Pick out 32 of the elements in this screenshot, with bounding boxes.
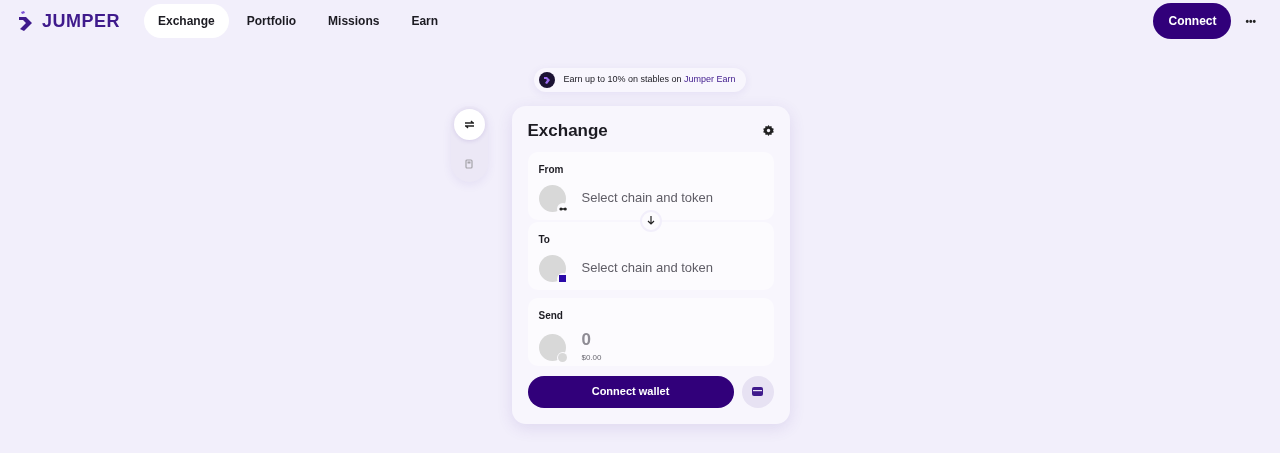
brand-name[interactable]: JUMPER (42, 7, 120, 35)
nav-tab[interactable]: Portfolio (232, 4, 311, 38)
logo-icon (18, 11, 34, 31)
nav-tab[interactable]: Earn (397, 4, 453, 38)
section-label: From (538, 162, 565, 177)
wallet-button[interactable] (741, 375, 774, 408)
section-label: To (538, 232, 551, 247)
wallet-icon (752, 387, 763, 396)
nav-tab[interactable]: Exchange (144, 4, 229, 38)
gas-pump-icon (464, 158, 474, 169)
token-placeholder: Select chain and token (581, 259, 714, 278)
promo-text: Earn up to 10% on stables on Jumper Earn (563, 73, 736, 87)
connect-button[interactable]: Connect (1153, 3, 1232, 39)
arrow-down-icon (646, 216, 655, 225)
card-title: Exchange (527, 120, 608, 142)
settings-button[interactable] (762, 125, 774, 137)
amount-selector[interactable]: Send 0 $0.00 (527, 297, 774, 366)
chain-badge-icon (556, 272, 569, 285)
swap-icon (463, 120, 475, 129)
promo-link[interactable]: Jumper Earn (684, 74, 736, 85)
chain-badge-icon (556, 351, 569, 364)
token-selector[interactable]: To Select chain and token (527, 221, 774, 290)
swap-tool-button[interactable] (453, 109, 485, 140)
token-selector[interactable]: From Select chain and token (527, 151, 774, 220)
amount-value: 0 (581, 330, 592, 348)
more-button[interactable]: ••• (1239, 12, 1262, 30)
logo-icon (539, 72, 556, 88)
token-placeholder: Select chain and token (581, 189, 714, 208)
connect-wallet-button[interactable]: Connect wallet (527, 375, 734, 408)
section-label: Send (538, 308, 564, 323)
fiat-value: $0.00 (581, 351, 602, 364)
nav-tab[interactable]: Missions (314, 4, 394, 38)
